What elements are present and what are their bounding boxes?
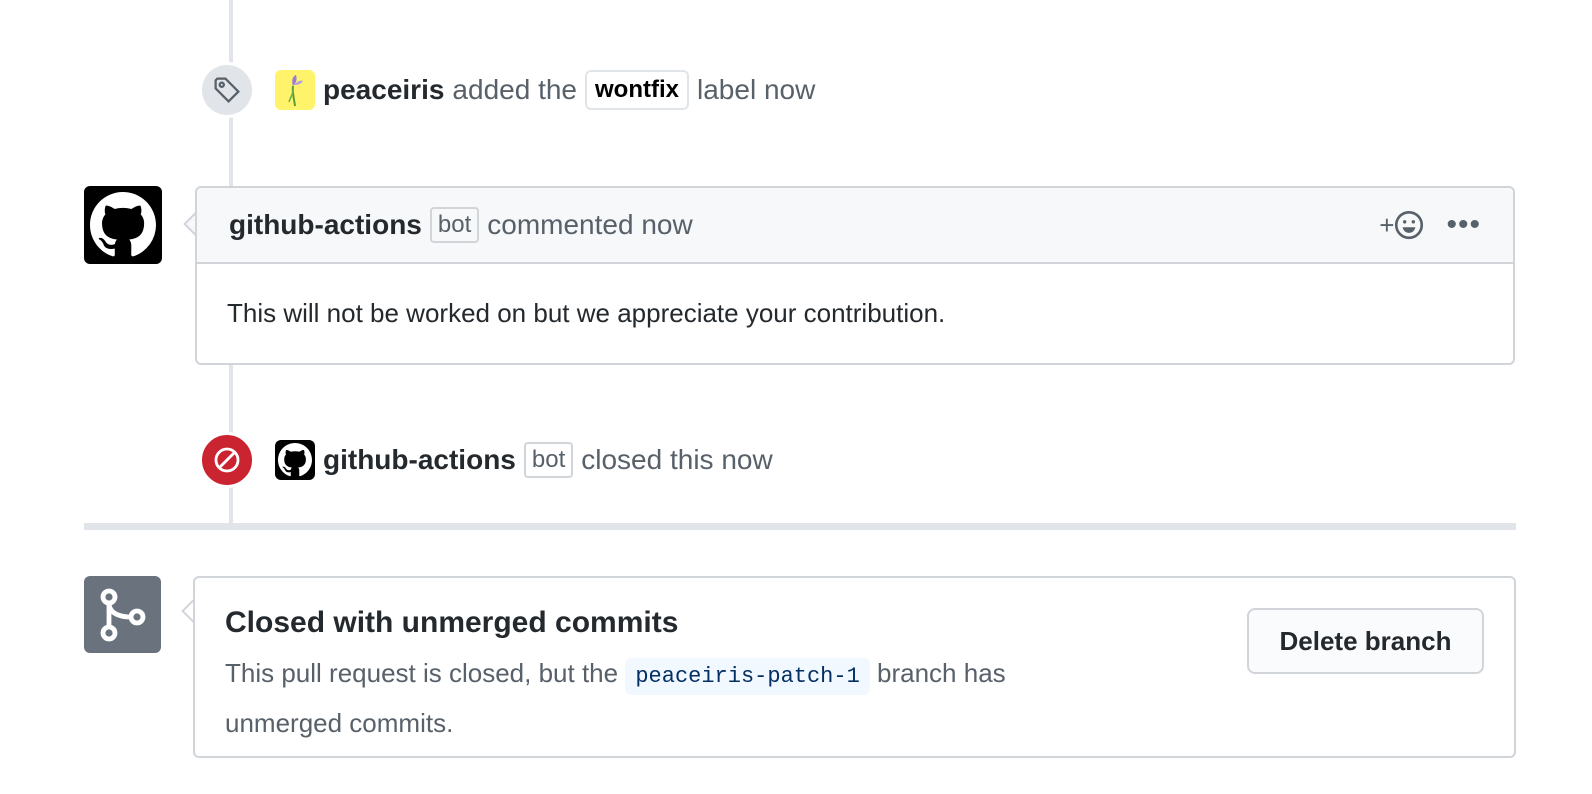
label-event-author[interactable]: peaceiris xyxy=(323,74,444,106)
comment-body: This will not be worked on but we apprec… xyxy=(227,298,946,328)
peaceiris-avatar[interactable] xyxy=(275,70,315,110)
comment-author[interactable]: github-actions xyxy=(229,209,422,241)
smiley-icon xyxy=(1395,210,1424,240)
comment-more-button[interactable]: ••• xyxy=(1446,210,1481,240)
github-actions-mini-avatar[interactable] xyxy=(275,440,315,480)
bot-badge: bot xyxy=(429,207,480,243)
merge-status-description: This pull request is closed, but the pea… xyxy=(225,650,1085,746)
add-reaction-button[interactable]: + xyxy=(1379,210,1424,241)
git-branch-icon xyxy=(84,576,161,653)
close-event: github-actions bot closed this now xyxy=(199,432,773,488)
label-event-action: added the xyxy=(452,74,577,105)
merge-status-box: Closed with unmerged commits This pull r… xyxy=(193,576,1516,758)
merge-desc-pre: This pull request is closed, but the xyxy=(225,658,619,688)
tag-icon xyxy=(199,62,255,118)
comment-header: github-actions bot commented now + ••• xyxy=(197,188,1513,264)
github-actions-avatar[interactable] xyxy=(84,186,162,264)
close-bot-badge: bot xyxy=(523,442,574,478)
reaction-plus: + xyxy=(1379,209,1395,240)
timeline-divider xyxy=(84,523,1516,530)
close-event-time: closed this now xyxy=(581,444,773,475)
comment-time[interactable]: commented now xyxy=(487,209,692,241)
close-event-author[interactable]: github-actions xyxy=(323,444,516,476)
label-event-time: label now xyxy=(697,74,816,105)
label-event: peaceiris added the wontfix label now xyxy=(199,62,815,118)
circle-slash-icon xyxy=(199,432,255,488)
branch-name[interactable]: peaceiris-patch-1 xyxy=(625,658,870,695)
comment-actions: + ••• xyxy=(1379,210,1481,241)
comment-box: github-actions bot commented now + ••• T… xyxy=(195,186,1515,365)
label-wontfix[interactable]: wontfix xyxy=(585,70,689,110)
delete-branch-button[interactable]: Delete branch xyxy=(1247,608,1484,674)
